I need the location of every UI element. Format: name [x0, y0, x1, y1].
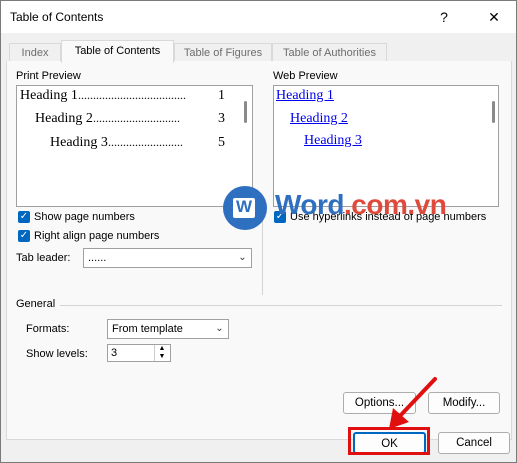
tab-table-of-contents[interactable]: Table of Contents — [61, 40, 174, 63]
web-preview-label: Web Preview — [273, 70, 338, 82]
print-preview-entry-2: Heading 2............................. 3 — [35, 111, 225, 127]
print-preview-scrollbar[interactable] — [244, 101, 247, 123]
tab-leader-value: ...... — [88, 252, 107, 264]
print-entry-2-dots: ............................. — [92, 111, 180, 125]
cancel-button[interactable]: Cancel — [438, 432, 510, 454]
general-divider — [60, 305, 502, 306]
close-button[interactable]: ✕ — [479, 5, 509, 29]
chevron-down-icon: ⌄ — [215, 323, 224, 334]
show-page-numbers-checkbox[interactable]: ✓ — [18, 211, 30, 223]
print-entry-1-page: 1 — [218, 88, 225, 103]
right-align-checkbox[interactable]: ✓ — [18, 230, 30, 242]
right-align-label[interactable]: Right align page numbers — [34, 230, 159, 242]
formats-value: From template — [112, 323, 183, 335]
formats-label: Formats: — [26, 323, 70, 335]
show-levels-label: Show levels: — [26, 348, 88, 360]
print-preview-box[interactable]: Heading 1...............................… — [16, 85, 253, 207]
spin-up-icon[interactable]: ▲ — [154, 345, 169, 353]
general-label: General — [16, 298, 56, 310]
show-page-numbers-label[interactable]: Show page numbers — [34, 211, 135, 223]
formats-select[interactable]: From template ⌄ — [107, 319, 229, 339]
web-preview-scrollbar[interactable] — [492, 101, 495, 123]
show-levels-value: 3 — [111, 347, 118, 359]
show-levels-spinner[interactable]: 3 ▲ ▼ — [107, 344, 171, 362]
tab-leader-label: Tab leader: — [16, 252, 71, 264]
title-bar: Table of Contents ? ✕ — [1, 1, 516, 33]
print-preview-entry-1: Heading 1...............................… — [20, 88, 225, 104]
web-preview-link-3[interactable]: Heading 3 — [304, 133, 362, 149]
tab-index[interactable]: Index — [9, 43, 61, 62]
print-preview-entry-3: Heading 3......................... 5 — [50, 135, 225, 151]
tab-table-of-authorities[interactable]: Table of Authorities — [272, 43, 387, 62]
print-entry-1-dots: .................................... — [77, 88, 186, 102]
watermark-brand: Word — [275, 189, 345, 220]
print-preview-label: Print Preview — [16, 70, 81, 82]
help-button[interactable]: ? — [429, 5, 459, 29]
watermark-domain: .com.vn — [344, 189, 447, 220]
print-entry-3-page: 5 — [218, 135, 225, 150]
web-preview-link-1[interactable]: Heading 1 — [276, 88, 334, 104]
watermark-word-icon: W — [223, 186, 267, 230]
print-entry-2-text: Heading 2 — [35, 111, 93, 126]
watermark-text: Word.com.vn — [275, 189, 447, 221]
table-of-contents-dialog: Table of Contents ? ✕ Index Table of Con… — [0, 0, 517, 463]
chevron-down-icon: ⌄ — [238, 252, 247, 263]
print-entry-1-text: Heading 1 — [20, 88, 78, 103]
print-entry-3-dots: ......................... — [107, 135, 183, 149]
dialog-title: Table of Contents — [10, 10, 104, 24]
web-preview-link-2[interactable]: Heading 2 — [290, 111, 348, 127]
tab-table-of-figures[interactable]: Table of Figures — [174, 43, 272, 62]
watermark-logo: W Word.com.vn — [223, 184, 447, 232]
print-entry-2-page: 3 — [218, 111, 225, 126]
annotation-arrow-icon — [389, 377, 437, 429]
tab-table-of-contents-label: Table of Contents — [74, 45, 161, 57]
tab-leader-select[interactable]: ...... ⌄ — [83, 248, 252, 268]
print-entry-3-text: Heading 3 — [50, 135, 108, 150]
watermark-letter: W — [236, 197, 253, 216]
spin-down-icon[interactable]: ▼ — [154, 353, 169, 361]
